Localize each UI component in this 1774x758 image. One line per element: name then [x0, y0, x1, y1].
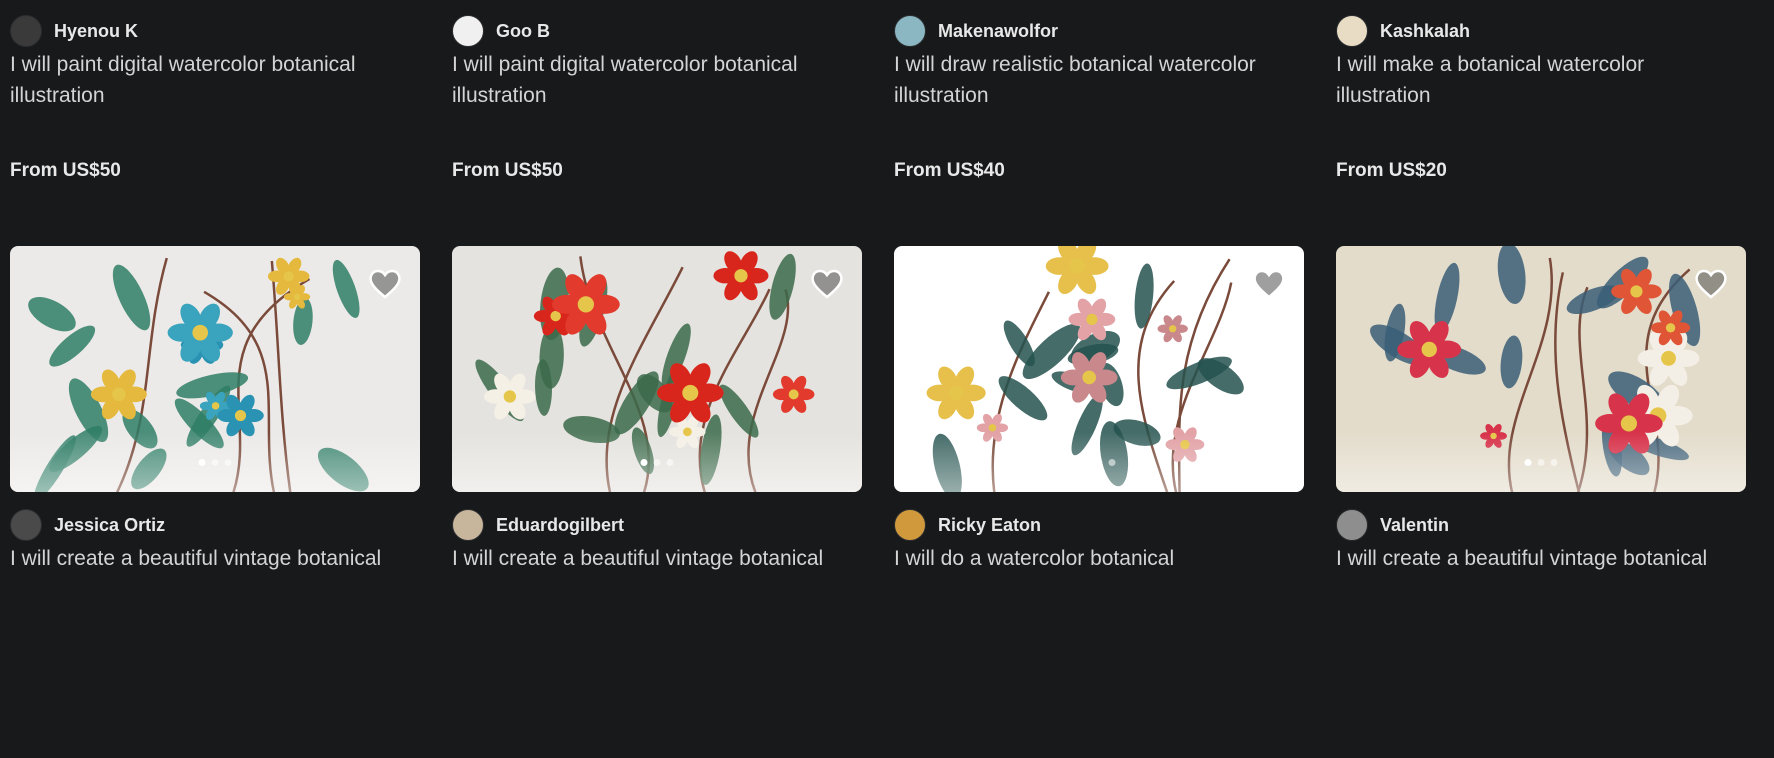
carousel-dots[interactable] [1524, 459, 1558, 466]
carousel-dots[interactable] [198, 459, 232, 466]
carousel-dot[interactable] [1550, 459, 1558, 466]
carousel-dot[interactable] [1108, 459, 1116, 466]
carousel-dots[interactable] [640, 459, 674, 466]
gig-title[interactable]: I will paint digital watercolor botanica… [452, 49, 852, 111]
seller-info[interactable]: Kashkalah [1336, 15, 1746, 47]
gig-price: From US$40 [894, 160, 1005, 181]
seller-name[interactable]: Hyenou K [54, 21, 138, 42]
carousel-dot[interactable] [653, 459, 661, 466]
gig-thumbnail[interactable] [452, 246, 862, 492]
seller-info[interactable]: Ricky Eaton [894, 509, 1304, 541]
heart-icon[interactable] [1252, 268, 1286, 300]
seller-name[interactable]: Makenawolfor [938, 21, 1058, 42]
gig-thumbnail[interactable] [1336, 246, 1746, 492]
gig-title[interactable]: I will create a beautiful vintage botani… [1336, 543, 1736, 605]
gig-title[interactable]: I will make a botanical watercolor illus… [1336, 49, 1736, 111]
avatar[interactable] [452, 509, 484, 541]
carousel-dot[interactable] [224, 459, 232, 466]
seller-info[interactable]: Hyenou K [10, 15, 420, 47]
carousel-dot[interactable] [1095, 459, 1103, 466]
avatar[interactable] [452, 15, 484, 47]
seller-info[interactable]: Jessica Ortiz [10, 509, 420, 541]
gig-title[interactable]: I will draw realistic botanical watercol… [894, 49, 1294, 111]
carousel-dot[interactable] [1537, 459, 1545, 466]
gig-card[interactable]: Valentin I will create a beautiful vinta… [1336, 246, 1746, 740]
carousel-dot[interactable] [1524, 459, 1532, 466]
avatar[interactable] [10, 15, 42, 47]
gig-card[interactable]: Makenawolfor I will draw realistic botan… [894, 0, 1304, 246]
gig-price: From US$20 [1336, 160, 1447, 181]
botanical-illustration [1336, 246, 1746, 492]
gig-card[interactable]: Eduardogilbert I will create a beautiful… [452, 246, 862, 740]
botanical-illustration [10, 246, 420, 492]
carousel-dot[interactable] [211, 459, 219, 466]
gig-title[interactable]: I will create a beautiful vintage botani… [10, 543, 410, 605]
carousel-dot[interactable] [1082, 459, 1090, 466]
heart-icon[interactable] [810, 268, 844, 300]
seller-name[interactable]: Valentin [1380, 515, 1449, 536]
gig-card[interactable]: Kashkalah I will make a botanical waterc… [1336, 0, 1746, 246]
seller-name[interactable]: Ricky Eaton [938, 515, 1041, 536]
botanical-illustration [452, 246, 862, 492]
gig-title[interactable]: I will create a beautiful vintage botani… [452, 543, 852, 605]
seller-name[interactable]: Eduardogilbert [496, 515, 624, 536]
gig-card[interactable]: Goo B I will paint digital watercolor bo… [452, 0, 862, 246]
gig-results-page: Hyenou K I will paint digital watercolor… [0, 0, 1774, 758]
gig-card[interactable]: Jessica Ortiz I will create a beautiful … [10, 246, 420, 740]
heart-icon[interactable] [1694, 268, 1728, 300]
seller-info[interactable]: Goo B [452, 15, 862, 47]
gig-card[interactable]: Hyenou K I will paint digital watercolor… [10, 0, 420, 246]
seller-name[interactable]: Goo B [496, 21, 550, 42]
avatar[interactable] [10, 509, 42, 541]
avatar[interactable] [1336, 15, 1368, 47]
gig-title[interactable]: I will do a watercolor botanical [894, 543, 1294, 605]
heart-icon[interactable] [368, 268, 402, 300]
seller-info[interactable]: Makenawolfor [894, 15, 1304, 47]
seller-name[interactable]: Jessica Ortiz [54, 515, 165, 536]
avatar[interactable] [1336, 509, 1368, 541]
gig-thumbnail[interactable] [10, 246, 420, 492]
gig-price: From US$50 [452, 160, 563, 181]
seller-info[interactable]: Eduardogilbert [452, 509, 862, 541]
gig-price: From US$50 [10, 160, 121, 181]
avatar[interactable] [894, 15, 926, 47]
seller-name[interactable]: Kashkalah [1380, 21, 1470, 42]
gig-card[interactable]: Ricky Eaton I will do a watercolor botan… [894, 246, 1304, 740]
carousel-dots[interactable] [1082, 459, 1116, 466]
carousel-dot[interactable] [666, 459, 674, 466]
avatar[interactable] [894, 509, 926, 541]
gig-title[interactable]: I will paint digital watercolor botanica… [10, 49, 410, 111]
carousel-dot[interactable] [198, 459, 206, 466]
seller-info[interactable]: Valentin [1336, 509, 1746, 541]
gig-thumbnail[interactable] [894, 246, 1304, 492]
gig-grid: Hyenou K I will paint digital watercolor… [10, 0, 1746, 740]
carousel-dot[interactable] [640, 459, 648, 466]
botanical-illustration [894, 246, 1304, 492]
